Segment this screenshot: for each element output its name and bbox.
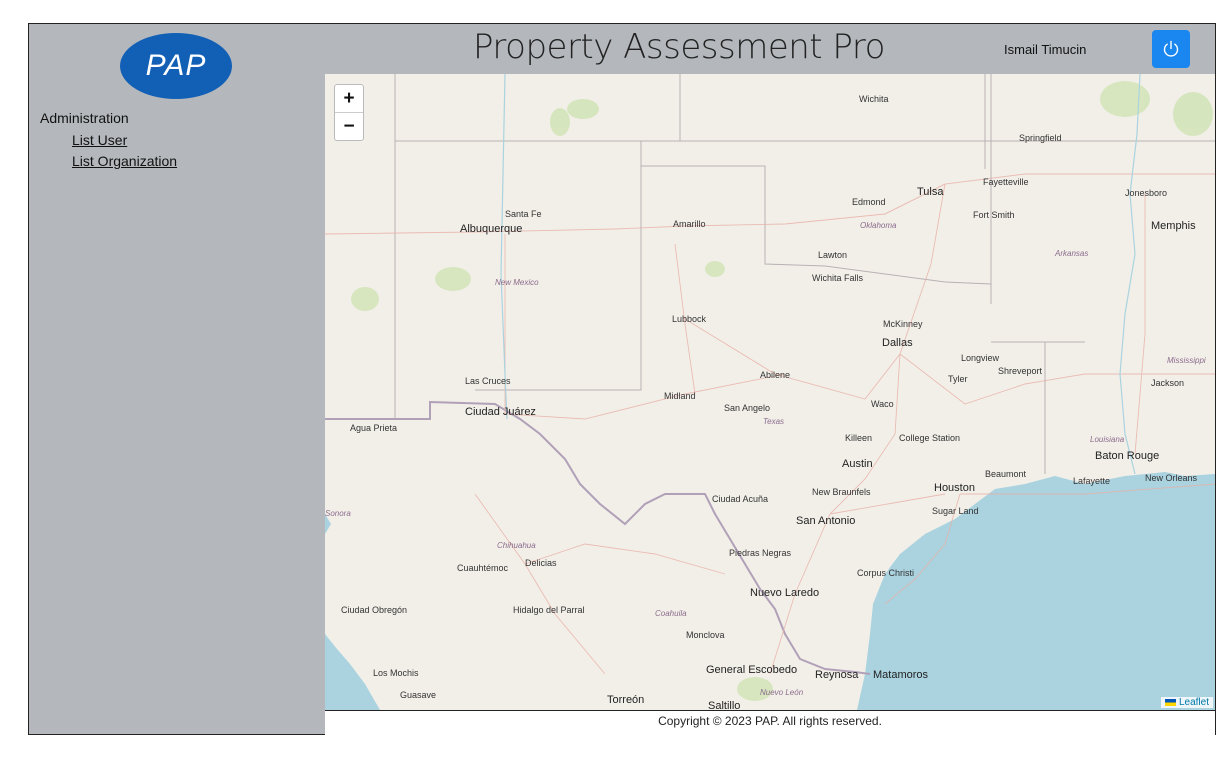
nav-list-organization-link[interactable]: List Organization (72, 153, 177, 169)
map-region-label: Louisiana (1090, 435, 1125, 444)
map-city-label: Ciudad Obregón (341, 605, 408, 615)
map-city-label: General Escobedo (706, 664, 798, 676)
map-city-label: Jonesboro (1125, 188, 1168, 198)
map-city-label: Amarillo (673, 219, 706, 229)
map-city-label: McKinney (883, 319, 923, 329)
map-region-label: Oklahoma (860, 221, 897, 230)
map-city-label: Ciudad Acuña (712, 494, 769, 504)
attribution-text: Leaflet (1178, 697, 1209, 708)
map-city-label: Beaumont (985, 469, 1027, 479)
map-city-label: San Antonio (796, 515, 856, 527)
map-city-label: Lawton (818, 250, 848, 260)
map-city-label: Tyler (948, 374, 968, 384)
map-city-label: Tulsa (917, 186, 944, 198)
map-region-label: Mississippi (1167, 356, 1206, 365)
map-city-label: Reynosa (815, 669, 859, 681)
map-city-label: Memphis (1151, 220, 1196, 232)
map-tiles[interactable] (325, 74, 1215, 710)
map-region-label: Arkansas (1055, 249, 1089, 258)
map-city-label: Sugar Land (932, 506, 979, 516)
map-city-label: Albuquerque (460, 223, 523, 235)
map-city-label: Ciudad Juárez (465, 406, 536, 418)
map-view[interactable]: + − New Mexico Oklahoma Arkansas Texas L… (325, 74, 1215, 710)
map-city-label: Killeen (845, 433, 873, 443)
map-city-label: Baton Rouge (1095, 450, 1160, 462)
top-header: Property Assessment Pro Ismail Timucin (325, 24, 1215, 74)
map-city-label: Lubbock (672, 314, 707, 324)
map-region-label: Sonora (325, 509, 351, 518)
map-city-label: Corpus Christi (857, 568, 915, 578)
zoom-control: + − (334, 84, 364, 141)
map-city-label: Jackson (1151, 378, 1185, 388)
map-city-label: Longview (961, 353, 1000, 363)
map-city-label: Houston (934, 482, 975, 494)
zoom-out-button[interactable]: − (335, 112, 363, 140)
app-frame: PAP Administration List User List Organi… (28, 23, 1216, 735)
map-region-label: Texas (763, 417, 785, 426)
administration-heading: Administration (40, 110, 129, 126)
map-city-label: Wichita (859, 94, 889, 104)
map-city-label: Springfield (1019, 133, 1062, 143)
flag-icon (1165, 698, 1177, 706)
user-name: Ismail Timucin (1004, 42, 1087, 57)
sidebar: PAP Administration List User List Organi… (29, 24, 326, 734)
copyright-text: Copyright © 2023 PAP. All rights reserve… (658, 714, 882, 728)
map-city-label: Edmond (852, 197, 886, 207)
map-city-label: Cuauhtémoc (457, 563, 509, 573)
map-city-label: Abilene (760, 370, 791, 380)
map-city-label: Wichita Falls (812, 273, 864, 283)
power-icon (1163, 40, 1179, 57)
map-region-label: Coahuila (655, 609, 687, 618)
map-city-label: College Station (899, 433, 961, 443)
map-city-label: Matamoros (873, 669, 929, 681)
map-city-label: Los Mochis (373, 668, 419, 678)
map-city-label: Fort Smith (973, 210, 1015, 220)
map-city-label: Waco (871, 399, 894, 409)
map-city-label: Las Cruces (465, 376, 511, 386)
nav-list-user-link[interactable]: List User (72, 132, 127, 148)
footer: Copyright © 2023 PAP. All rights reserve… (325, 710, 1215, 735)
map-city-label: Guasave (400, 690, 437, 700)
map-region-label: Nuevo León (760, 688, 804, 697)
map-city-label: Lafayette (1073, 476, 1111, 486)
map-city-label: Hidalgo del Parral (513, 605, 585, 615)
map-city-label: Nuevo Laredo (750, 587, 820, 599)
map-city-label: Delicias (525, 558, 557, 568)
page-title: Property Assessment Pro (473, 27, 885, 67)
map-city-label: Torreón (607, 694, 645, 706)
pap-logo[interactable]: PAP (120, 33, 232, 99)
map-region-label: New Mexico (495, 278, 539, 287)
map-city-label: Santa Fe (505, 209, 542, 219)
map-city-label: Midland (664, 391, 696, 401)
map-city-label: Agua Prieta (350, 423, 398, 433)
map-city-label: Austin (842, 458, 873, 470)
map-city-label: Fayetteville (983, 177, 1029, 187)
map-city-label: New Orleans (1145, 473, 1198, 483)
map-city-label: Dallas (882, 337, 913, 349)
map-city-label: Saltillo (708, 700, 741, 710)
zoom-in-button[interactable]: + (335, 85, 363, 112)
map-city-label: Shreveport (998, 366, 1043, 376)
leaflet-attribution-link[interactable]: Leaflet (1161, 697, 1213, 708)
map-city-label: San Angelo (724, 403, 771, 413)
map-city-label: Monclova (686, 630, 725, 640)
map-region-label: Chihuahua (497, 541, 536, 550)
logout-button[interactable] (1152, 30, 1190, 68)
map-city-label: New Braunfels (812, 487, 871, 497)
map-city-label: Piedras Negras (729, 548, 792, 558)
